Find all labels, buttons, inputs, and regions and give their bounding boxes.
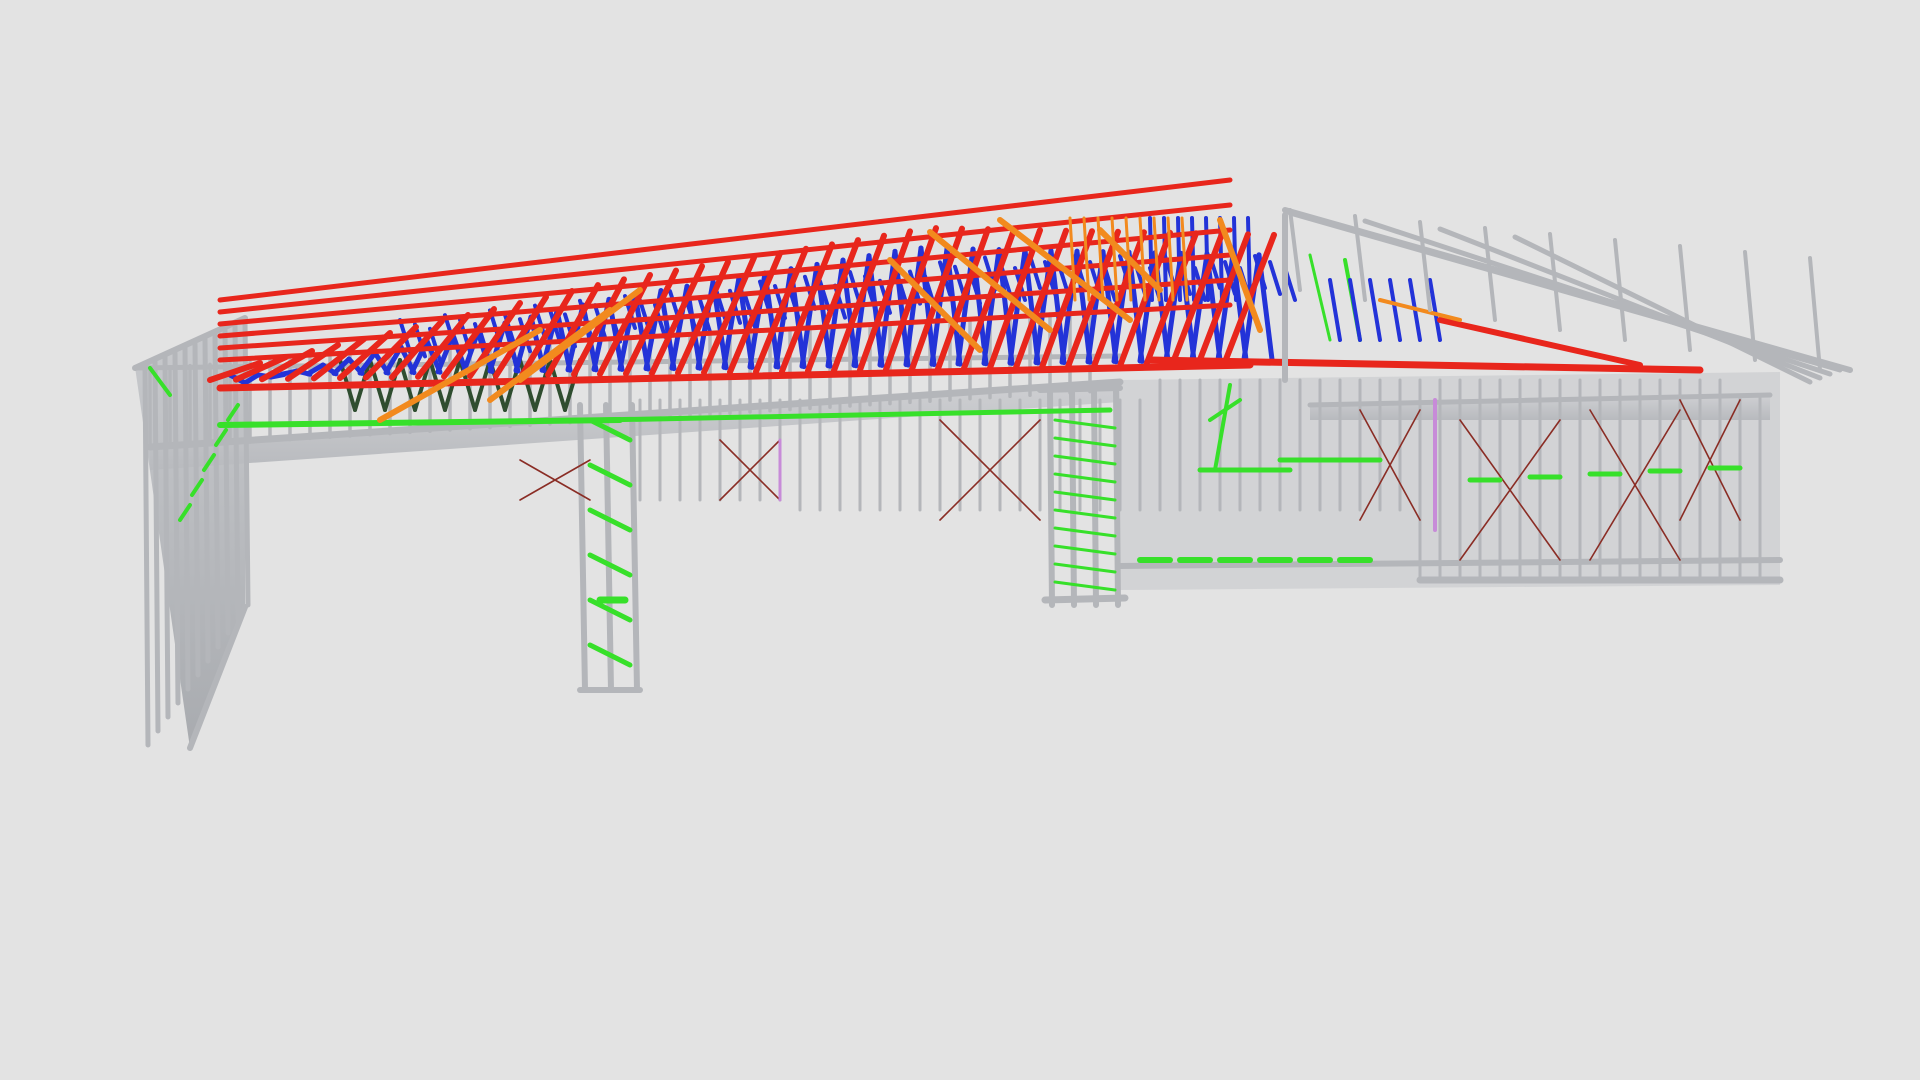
column-stud [603, 402, 614, 693]
wall-stud [172, 350, 181, 706]
noggin [1053, 562, 1117, 574]
steel-frame-model[interactable] [0, 0, 1920, 1080]
roof-rafter [1678, 244, 1692, 352]
rafter [1378, 298, 1462, 322]
noggin [1053, 454, 1117, 466]
roof-purlin [1437, 226, 1823, 381]
wall-stud [152, 359, 161, 734]
truss-web [1328, 278, 1342, 342]
wall-bottom-plate [1041, 594, 1129, 604]
noggin [1053, 526, 1117, 538]
noggin [1053, 472, 1117, 484]
noggin [1053, 418, 1117, 430]
roof-rafter [1808, 256, 1822, 372]
wall-stud [182, 345, 191, 692]
gable-web [1246, 216, 1252, 302]
truss-web [1348, 278, 1362, 342]
roof-rafter [1418, 220, 1432, 312]
noggin [1053, 436, 1117, 448]
3d-viewport[interactable] [0, 0, 1920, 1080]
truss-web [1388, 278, 1402, 342]
column-stud [577, 402, 588, 693]
carport-roof-frame[interactable] [1282, 207, 1853, 385]
truss-web [1368, 278, 1382, 342]
noggin [1053, 490, 1117, 502]
column-stud [629, 402, 640, 693]
wall-stud [212, 332, 221, 650]
noggin [1053, 580, 1117, 592]
wall-stud [142, 363, 151, 748]
roof-rafter [1483, 226, 1497, 322]
wall-stud [242, 318, 251, 608]
wall-stud [162, 354, 171, 720]
truss-web [1268, 260, 1282, 296]
wall-stud [202, 336, 211, 664]
truss-chord [1437, 317, 1643, 368]
wall-stud [1113, 387, 1121, 608]
roof-rafter [1288, 208, 1302, 292]
noggin [1308, 253, 1332, 342]
noggin [1053, 544, 1117, 556]
noggin [1053, 508, 1117, 520]
wall-stud [192, 341, 201, 678]
wall-stud [1047, 387, 1055, 608]
